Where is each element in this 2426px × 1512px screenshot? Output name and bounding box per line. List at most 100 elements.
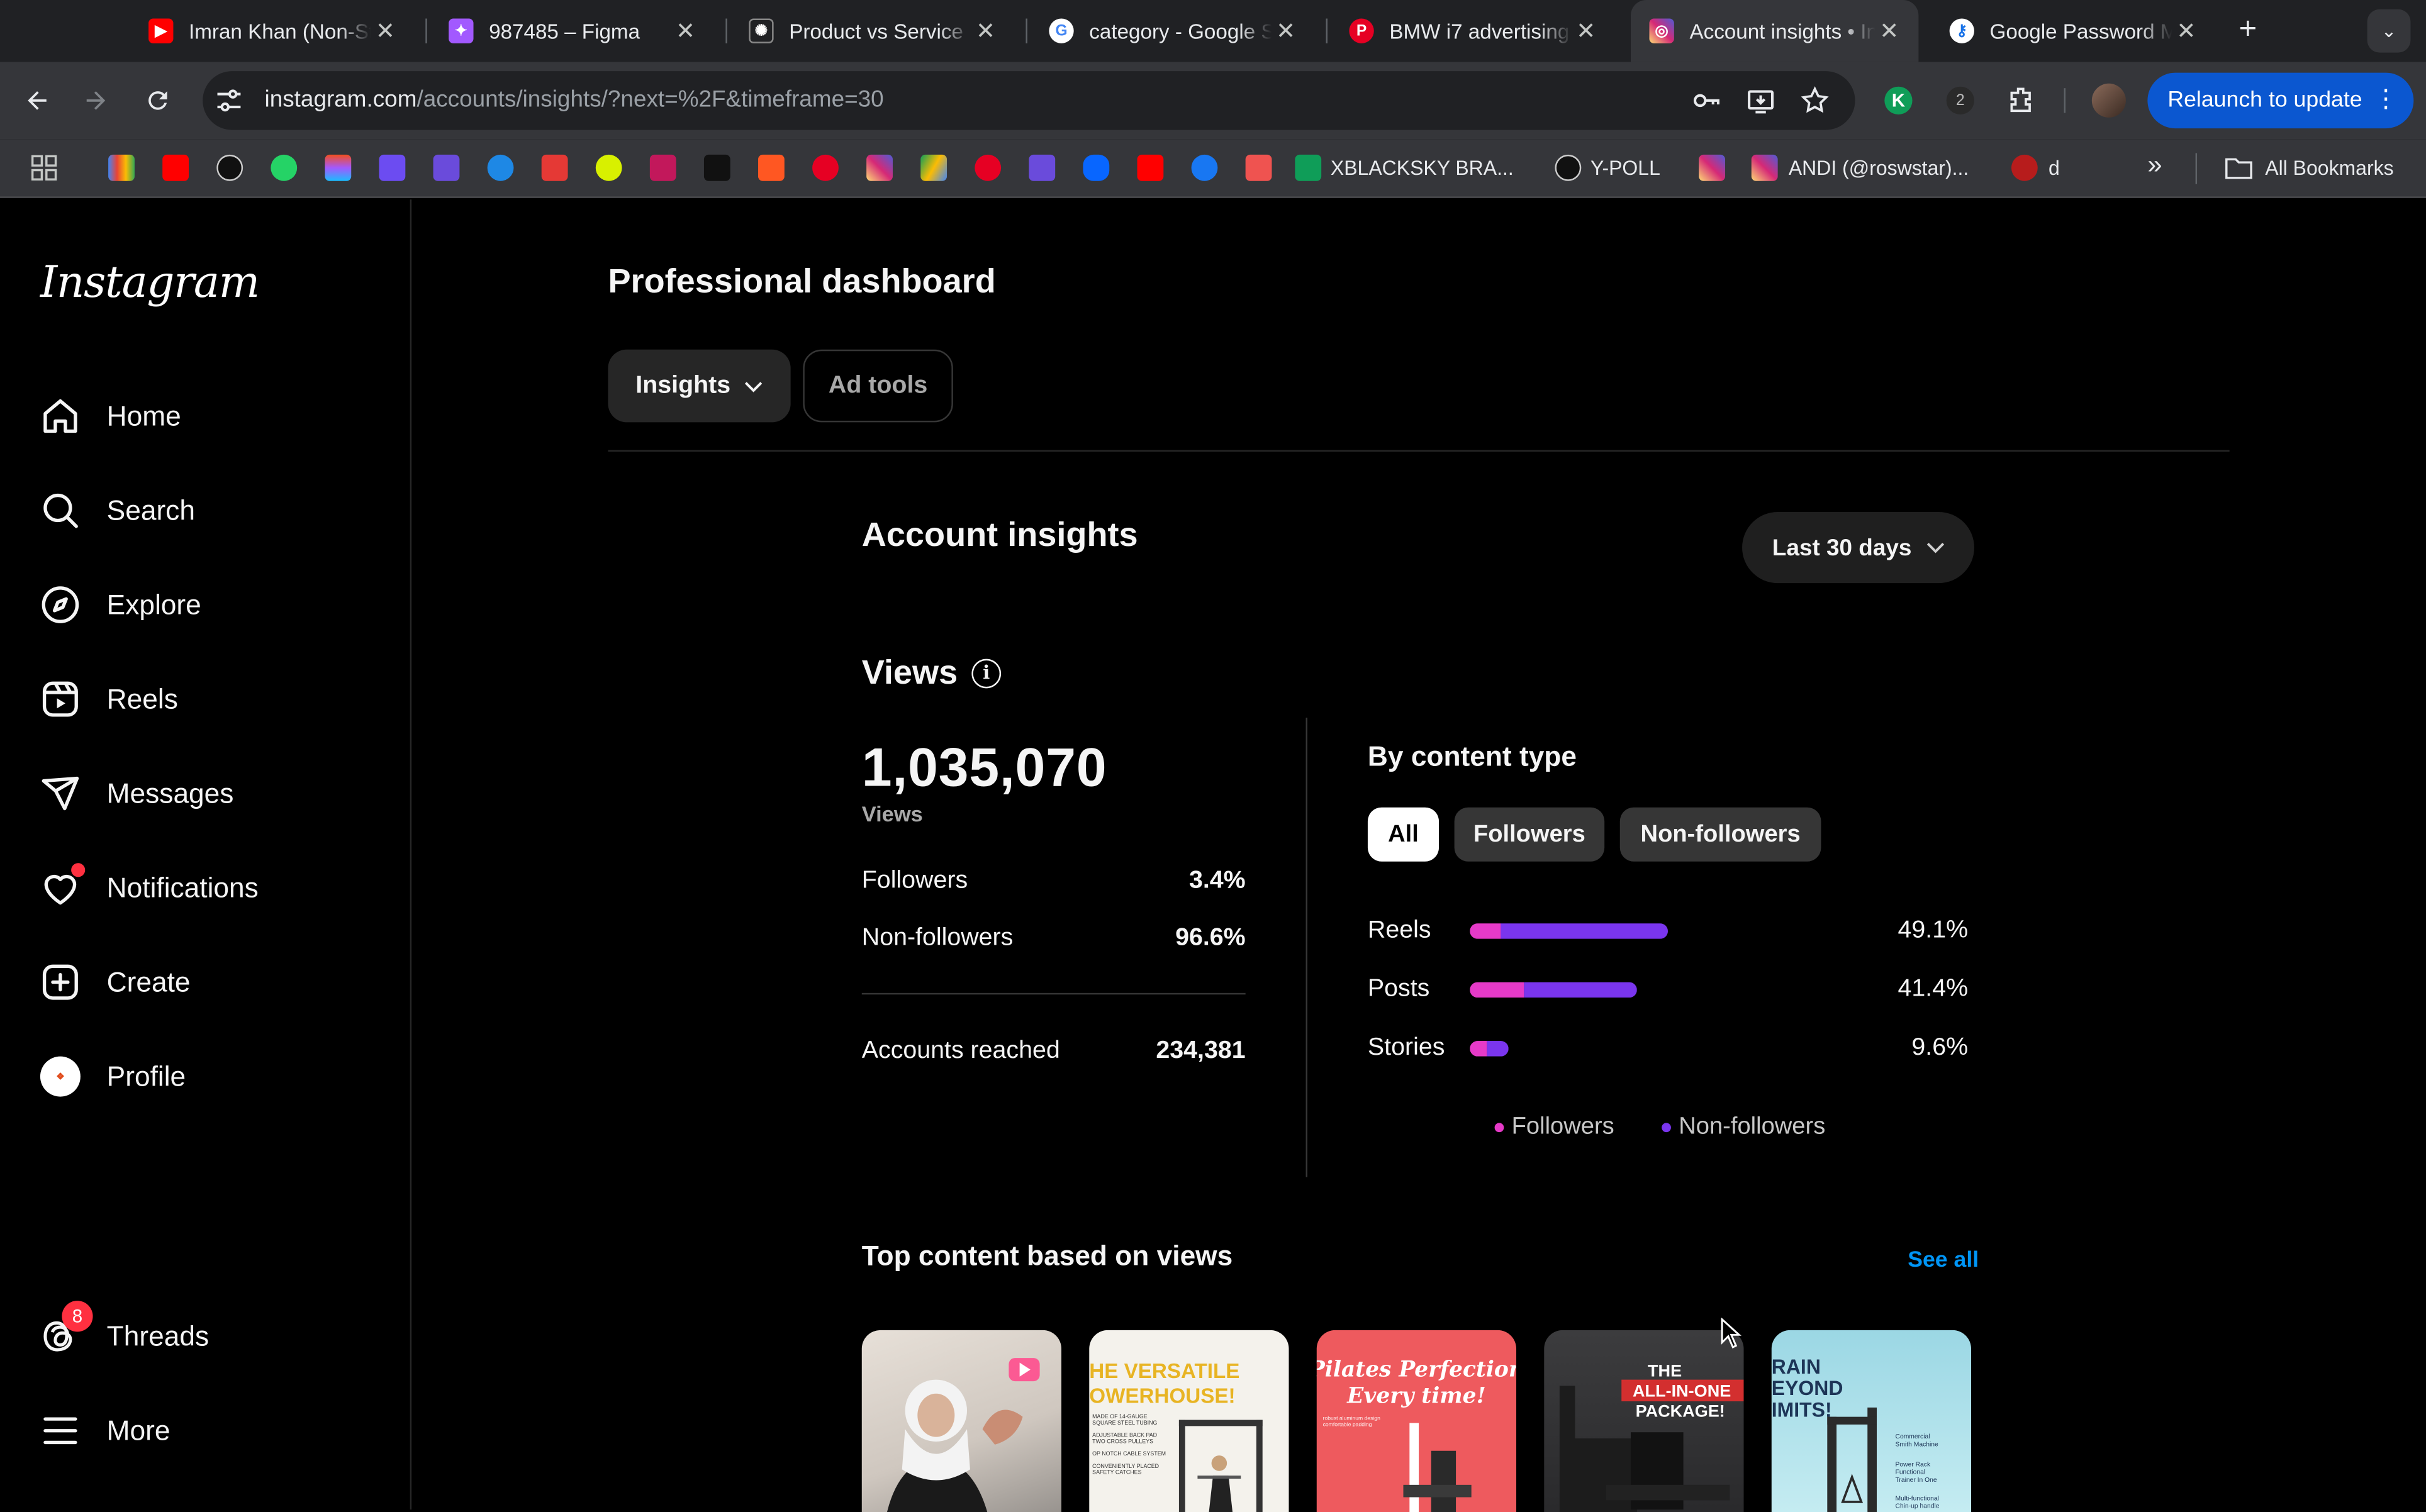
bookmark-s-icon[interactable] bbox=[379, 154, 406, 181]
close-icon[interactable]: ✕ bbox=[1272, 17, 1299, 45]
content-bar bbox=[1470, 1041, 1509, 1057]
tab-chatgpt[interactable]: ✺ Product vs Service ✕ bbox=[730, 0, 1015, 62]
tiktok-icon[interactable] bbox=[703, 154, 730, 181]
producthunt-icon[interactable] bbox=[812, 154, 839, 181]
top-content-thumbnail[interactable]: Pilates Perfection Every time! robust al… bbox=[1316, 1330, 1517, 1512]
facebook-icon[interactable] bbox=[1191, 154, 1218, 181]
bookmark-record-icon[interactable] bbox=[649, 154, 676, 181]
openai-icon[interactable] bbox=[1555, 154, 1582, 181]
sheets-plus-icon[interactable] bbox=[1295, 154, 1322, 181]
arrow-left-icon bbox=[28, 91, 47, 110]
close-icon[interactable]: ✕ bbox=[971, 17, 999, 45]
ad-tools-tab[interactable]: Ad tools bbox=[803, 349, 953, 423]
sidebar-item-explore[interactable]: Explore bbox=[40, 579, 201, 631]
close-icon[interactable]: ✕ bbox=[2172, 17, 2200, 45]
top-content-thumbnail[interactable]: RAIN EYOND IMITS! Commercial Smith Machin… bbox=[1771, 1330, 1972, 1512]
top-content-thumbnail[interactable]: HE VERSATILE OWERHOUSE! MADE OF 14-GAUGE… bbox=[1089, 1330, 1289, 1512]
extension-counter-icon[interactable]: 2 bbox=[1943, 84, 1977, 118]
filter-followers[interactable]: Followers bbox=[1454, 807, 1605, 862]
reload-button[interactable] bbox=[139, 82, 176, 119]
gmail-icon[interactable] bbox=[108, 154, 135, 181]
sidebar-item-messages[interactable]: Messages bbox=[40, 767, 233, 820]
instagram-icon[interactable] bbox=[866, 154, 893, 181]
bookmarks-overflow-button[interactable]: » bbox=[2147, 150, 2162, 181]
thumbnail-image: HE VERSATILE OWERHOUSE! MADE OF 14-GAUGE… bbox=[1089, 1360, 1263, 1512]
close-icon[interactable]: ✕ bbox=[1572, 17, 1600, 45]
sidebar-item-search[interactable]: Search bbox=[40, 484, 195, 537]
close-icon[interactable]: ✕ bbox=[671, 17, 699, 45]
info-icon[interactable]: i bbox=[971, 658, 1002, 688]
url-text[interactable]: instagram.com/accounts/insights/?next=%2… bbox=[265, 87, 884, 113]
tab-password-manager[interactable]: ⚷ Google Password Manager ✕ bbox=[1931, 0, 2215, 62]
sidebar-item-reels[interactable]: Reels bbox=[40, 673, 178, 726]
tab-search-button[interactable]: ⌄ bbox=[2367, 9, 2411, 53]
bookmark-d-icon[interactable] bbox=[2011, 154, 2038, 181]
bookmark-star-icon[interactable] bbox=[1798, 84, 1832, 118]
extensions-puzzle-icon[interactable] bbox=[2004, 84, 2038, 118]
sidebar-item-create[interactable]: Create bbox=[40, 956, 191, 1009]
tab-pinterest[interactable]: P BMW i7 advertising ✕ bbox=[1331, 0, 1615, 62]
tab-youtube[interactable]: ▶ Imran Khan (Non-Stop ✕ bbox=[130, 0, 415, 62]
bookmark-d[interactable]: d bbox=[2049, 156, 2060, 179]
top-content-thumbnail[interactable] bbox=[861, 1330, 1062, 1512]
toolbar-separator bbox=[2064, 88, 2066, 113]
password-key-icon[interactable] bbox=[1689, 84, 1723, 118]
figma-icon[interactable] bbox=[325, 154, 352, 181]
bookmark-andi[interactable]: ANDI (@roswstar)... bbox=[1789, 156, 1969, 179]
svg-text:HE VERSATILE: HE VERSATILE bbox=[1089, 1360, 1239, 1383]
sidebar-item-threads[interactable]: 8 Threads bbox=[40, 1301, 209, 1363]
pinterest-icon[interactable] bbox=[975, 154, 1002, 181]
sidebar-item-more[interactable]: More bbox=[40, 1404, 170, 1457]
apps-grid-icon[interactable] bbox=[31, 155, 57, 181]
youtube-icon[interactable] bbox=[162, 154, 189, 181]
filter-non-followers[interactable]: Non-followers bbox=[1619, 807, 1821, 862]
bookmark-arrow-icon[interactable] bbox=[758, 154, 785, 181]
instagram-icon[interactable] bbox=[1699, 154, 1726, 181]
sidebar-item-profile[interactable]: ❖ Profile bbox=[40, 1050, 186, 1103]
tab-account-insights[interactable]: ◎ Account insights • Instagram ✕ bbox=[1630, 0, 1919, 62]
plus-square-icon bbox=[40, 962, 81, 1003]
back-button[interactable] bbox=[19, 82, 56, 119]
sidebar-item-notifications[interactable]: Notifications bbox=[40, 862, 259, 914]
bookmark-h2-icon[interactable] bbox=[1029, 154, 1056, 181]
bookmark-ypoll[interactable]: Y-POLL bbox=[1590, 156, 1660, 179]
tab-google-search[interactable]: G category - Google Search ✕ bbox=[1031, 0, 1315, 62]
meta-icon[interactable] bbox=[1083, 154, 1110, 181]
new-tab-button[interactable]: + bbox=[2239, 13, 2257, 48]
kebab-menu-icon[interactable]: ⋮ bbox=[2373, 84, 2398, 114]
relaunch-button[interactable]: Relaunch to update ⋮ bbox=[2147, 72, 2414, 129]
whatsapp-icon[interactable] bbox=[271, 154, 298, 181]
filter-all[interactable]: All bbox=[1367, 807, 1439, 862]
close-icon[interactable]: ✕ bbox=[1875, 17, 1903, 45]
bar-followers-segment bbox=[1470, 1041, 1487, 1057]
openai-icon[interactable] bbox=[216, 154, 243, 181]
extension-k-icon[interactable]: K bbox=[1881, 84, 1915, 118]
instagram-logo[interactable]: Instagram bbox=[40, 257, 260, 308]
download-icon[interactable] bbox=[541, 154, 568, 181]
forward-button[interactable] bbox=[77, 82, 115, 119]
tab-figma[interactable]: ✦ 987485 – Figma ✕ bbox=[430, 0, 715, 62]
close-icon[interactable]: ✕ bbox=[371, 17, 399, 45]
insights-dropdown[interactable]: Insights bbox=[608, 349, 791, 423]
bar-nonfollowers-segment bbox=[1501, 923, 1668, 939]
messenger-icon[interactable] bbox=[487, 154, 514, 181]
top-content-thumbnail[interactable]: THE ALL-IN-ONE PACKAGE! bbox=[1544, 1330, 1744, 1512]
sidebar-item-home[interactable]: Home bbox=[40, 390, 181, 443]
folder-icon[interactable] bbox=[2225, 156, 2252, 179]
content-type-label: Posts bbox=[1367, 976, 1430, 1003]
bookmark-9-icon[interactable] bbox=[1245, 154, 1272, 181]
all-bookmarks-button[interactable]: All Bookmarks bbox=[2265, 156, 2393, 179]
install-app-icon[interactable] bbox=[1744, 84, 1778, 118]
threads-badge: 8 bbox=[62, 1301, 93, 1332]
date-range-dropdown[interactable]: Last 30 days bbox=[1742, 511, 1974, 584]
legend-followers: Followers bbox=[1494, 1114, 1614, 1142]
bookmark-dot-icon[interactable] bbox=[595, 154, 622, 181]
bookmark-h-icon[interactable] bbox=[433, 154, 460, 181]
bookmark-xblacksky[interactable]: XBLACKSKY BRA... bbox=[1331, 156, 1514, 179]
google-drive-icon[interactable] bbox=[920, 154, 947, 181]
instagram-icon[interactable] bbox=[1751, 154, 1778, 181]
profile-avatar[interactable] bbox=[2091, 83, 2126, 118]
youtube-icon[interactable] bbox=[1137, 154, 1164, 181]
site-settings-icon[interactable] bbox=[213, 85, 244, 116]
see-all-link[interactable]: See all bbox=[1908, 1248, 1979, 1273]
